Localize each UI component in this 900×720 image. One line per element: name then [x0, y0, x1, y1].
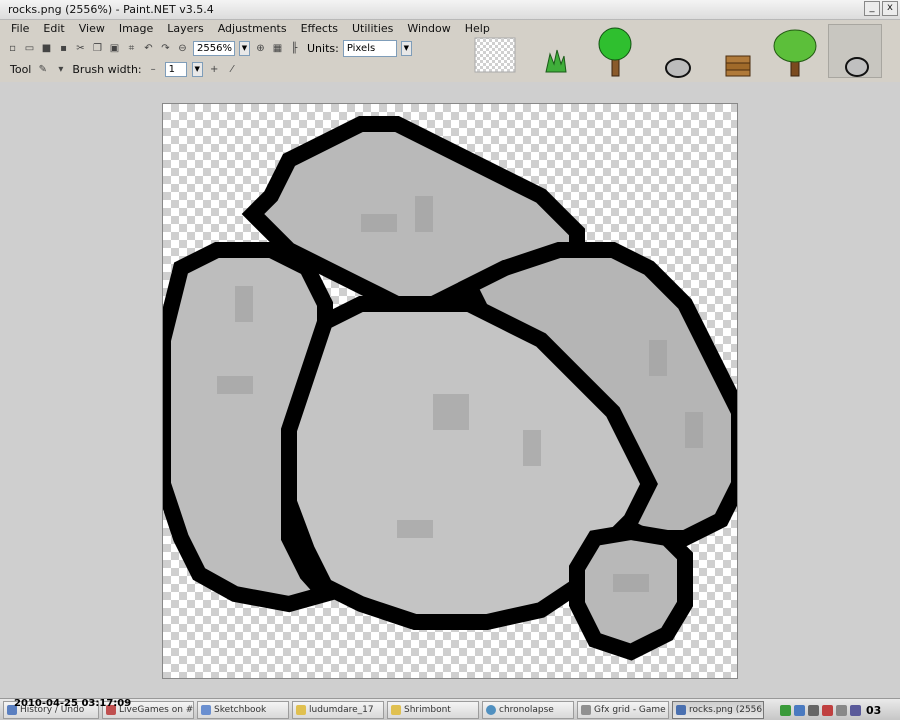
- antialias-icon[interactable]: ⁄: [226, 63, 239, 76]
- blank-image-icon: [474, 37, 516, 73]
- undo-icon[interactable]: ↶: [142, 42, 155, 55]
- units-dropdown-icon[interactable]: ▼: [400, 40, 412, 56]
- grid-icon[interactable]: ▦: [271, 42, 284, 55]
- title-bar: rocks.png (2556%) - Paint.NET v3.5.4 _ x: [0, 0, 900, 20]
- tray-display-icon[interactable]: [850, 704, 861, 716]
- menu-bar: File Edit View Image Layers Adjustments …: [0, 20, 490, 38]
- taskbar: History / Undo LiveGames on #b... Sketch…: [0, 698, 900, 720]
- image-canvas[interactable]: [162, 103, 738, 679]
- clock-icon: [486, 704, 496, 715]
- sketchbook-icon: [201, 704, 211, 715]
- zoom-dropdown-icon[interactable]: ▼: [239, 40, 250, 56]
- brush-width-input[interactable]: 1: [164, 61, 187, 77]
- zoom-input[interactable]: 2556%: [193, 40, 235, 56]
- paste-icon[interactable]: ▣: [108, 42, 121, 55]
- zoom-in-icon[interactable]: ⊕: [254, 42, 267, 55]
- window-title: rocks.png (2556%) - Paint.NET v3.5.4: [8, 3, 214, 16]
- folder-icon: [391, 704, 401, 715]
- crop-icon[interactable]: ⌗: [125, 42, 138, 55]
- tray-misc-icon[interactable]: [836, 704, 847, 716]
- thumbnail-blank[interactable]: [468, 24, 522, 78]
- thumbnail-tree[interactable]: [768, 24, 822, 78]
- menu-effects[interactable]: Effects: [294, 20, 345, 38]
- zoom-out-icon[interactable]: ⊖: [176, 42, 189, 55]
- thumbnail-tree-large[interactable]: [588, 24, 642, 78]
- menu-view[interactable]: View: [72, 20, 112, 38]
- menu-image[interactable]: Image: [112, 20, 160, 38]
- folder-icon: [296, 704, 306, 715]
- menu-edit[interactable]: Edit: [36, 20, 71, 38]
- menu-window[interactable]: Window: [400, 20, 457, 38]
- taskbar-item-shrimbont[interactable]: Shrimbont: [387, 700, 479, 719]
- rock-icon: [665, 58, 691, 78]
- taskbar-item-chronolapse[interactable]: chronolapse: [482, 700, 574, 719]
- copy-icon[interactable]: ❐: [91, 42, 104, 55]
- tree-icon: [598, 27, 632, 77]
- thumbnail-rocks-selected[interactable]: [828, 24, 882, 78]
- close-button[interactable]: x: [882, 1, 898, 16]
- taskbar-label: Sketchbook: [214, 704, 267, 715]
- image-thumbnail-strip: [462, 22, 900, 80]
- units-select[interactable]: Pixels: [342, 39, 397, 57]
- cut-icon[interactable]: ✂: [74, 42, 87, 55]
- main-toolbar: ▫ ▭ ■ ▪ ✂ ❐ ▣ ⌗ ↶ ↷ ⊖ 2556% ▼ ⊕ ▦ ╟ Unit…: [0, 38, 460, 58]
- tray-security-icon[interactable]: [822, 704, 833, 716]
- game-icon: [581, 704, 591, 715]
- tray-volume-icon[interactable]: [808, 704, 819, 716]
- tray-network-icon[interactable]: [794, 704, 805, 716]
- system-tray: 03: [776, 699, 900, 720]
- oak-tree-icon: [773, 29, 817, 77]
- menu-file[interactable]: File: [4, 20, 36, 38]
- taskbar-label: chronolapse: [499, 704, 554, 715]
- grass-icon: [545, 49, 567, 73]
- thumbnail-grass[interactable]: [528, 24, 582, 78]
- menu-adjustments[interactable]: Adjustments: [211, 20, 294, 38]
- menu-utilities[interactable]: Utilities: [345, 20, 400, 38]
- ruler-icon[interactable]: ╟: [288, 42, 301, 55]
- recording-timestamp: 2010-04-25 03:17:09: [14, 698, 132, 709]
- save-icon[interactable]: ■: [40, 42, 53, 55]
- taskbar-label: rocks.png (2556...: [689, 704, 764, 715]
- taskbar-clock[interactable]: 03: [866, 704, 881, 717]
- thumbnail-rock-small[interactable]: [648, 24, 702, 78]
- tool-label: Tool: [10, 62, 32, 76]
- pencil-tool-icon[interactable]: ✎: [36, 63, 49, 76]
- taskbar-item-sketchbook[interactable]: Sketchbook: [197, 700, 289, 719]
- taskbar-label: ludumdare_17: [309, 704, 374, 715]
- units-label: Units:: [307, 41, 339, 55]
- open-file-icon[interactable]: ▭: [23, 42, 36, 55]
- brush-width-label: Brush width:: [72, 62, 142, 76]
- menu-layers[interactable]: Layers: [160, 20, 210, 38]
- taskbar-label: Gfx grid - Game ...: [594, 704, 669, 715]
- taskbar-item-gfx-grid[interactable]: Gfx grid - Game ...: [577, 700, 669, 719]
- increase-icon[interactable]: +: [208, 63, 221, 76]
- redo-icon[interactable]: ↷: [159, 42, 172, 55]
- print-icon[interactable]: ▪: [57, 42, 70, 55]
- log-pile-icon: [725, 55, 751, 77]
- window-controls: _ x: [864, 1, 898, 16]
- new-file-icon[interactable]: ▫: [6, 42, 19, 55]
- rocks-icon: [845, 57, 869, 77]
- taskbar-item-ludumdare[interactable]: ludumdare_17: [292, 700, 384, 719]
- taskbar-label: Shrimbont: [404, 704, 451, 715]
- taskbar-item-rocks-png[interactable]: rocks.png (2556...: [672, 700, 764, 719]
- thumbnail-log-pile[interactable]: [708, 24, 762, 78]
- tool-options-bar: Tool ✎ ▾ Brush width: – 1 ▼ + ⁄: [0, 60, 460, 78]
- minimize-button[interactable]: _: [864, 1, 880, 16]
- decrease-icon[interactable]: –: [147, 63, 160, 76]
- brush-width-dropdown-icon[interactable]: ▼: [191, 61, 203, 77]
- tray-app-icon[interactable]: [780, 704, 791, 716]
- paintnet-icon: [676, 704, 686, 715]
- rocks-pixel-art: [163, 116, 737, 661]
- chevron-down-icon[interactable]: ▾: [54, 63, 67, 76]
